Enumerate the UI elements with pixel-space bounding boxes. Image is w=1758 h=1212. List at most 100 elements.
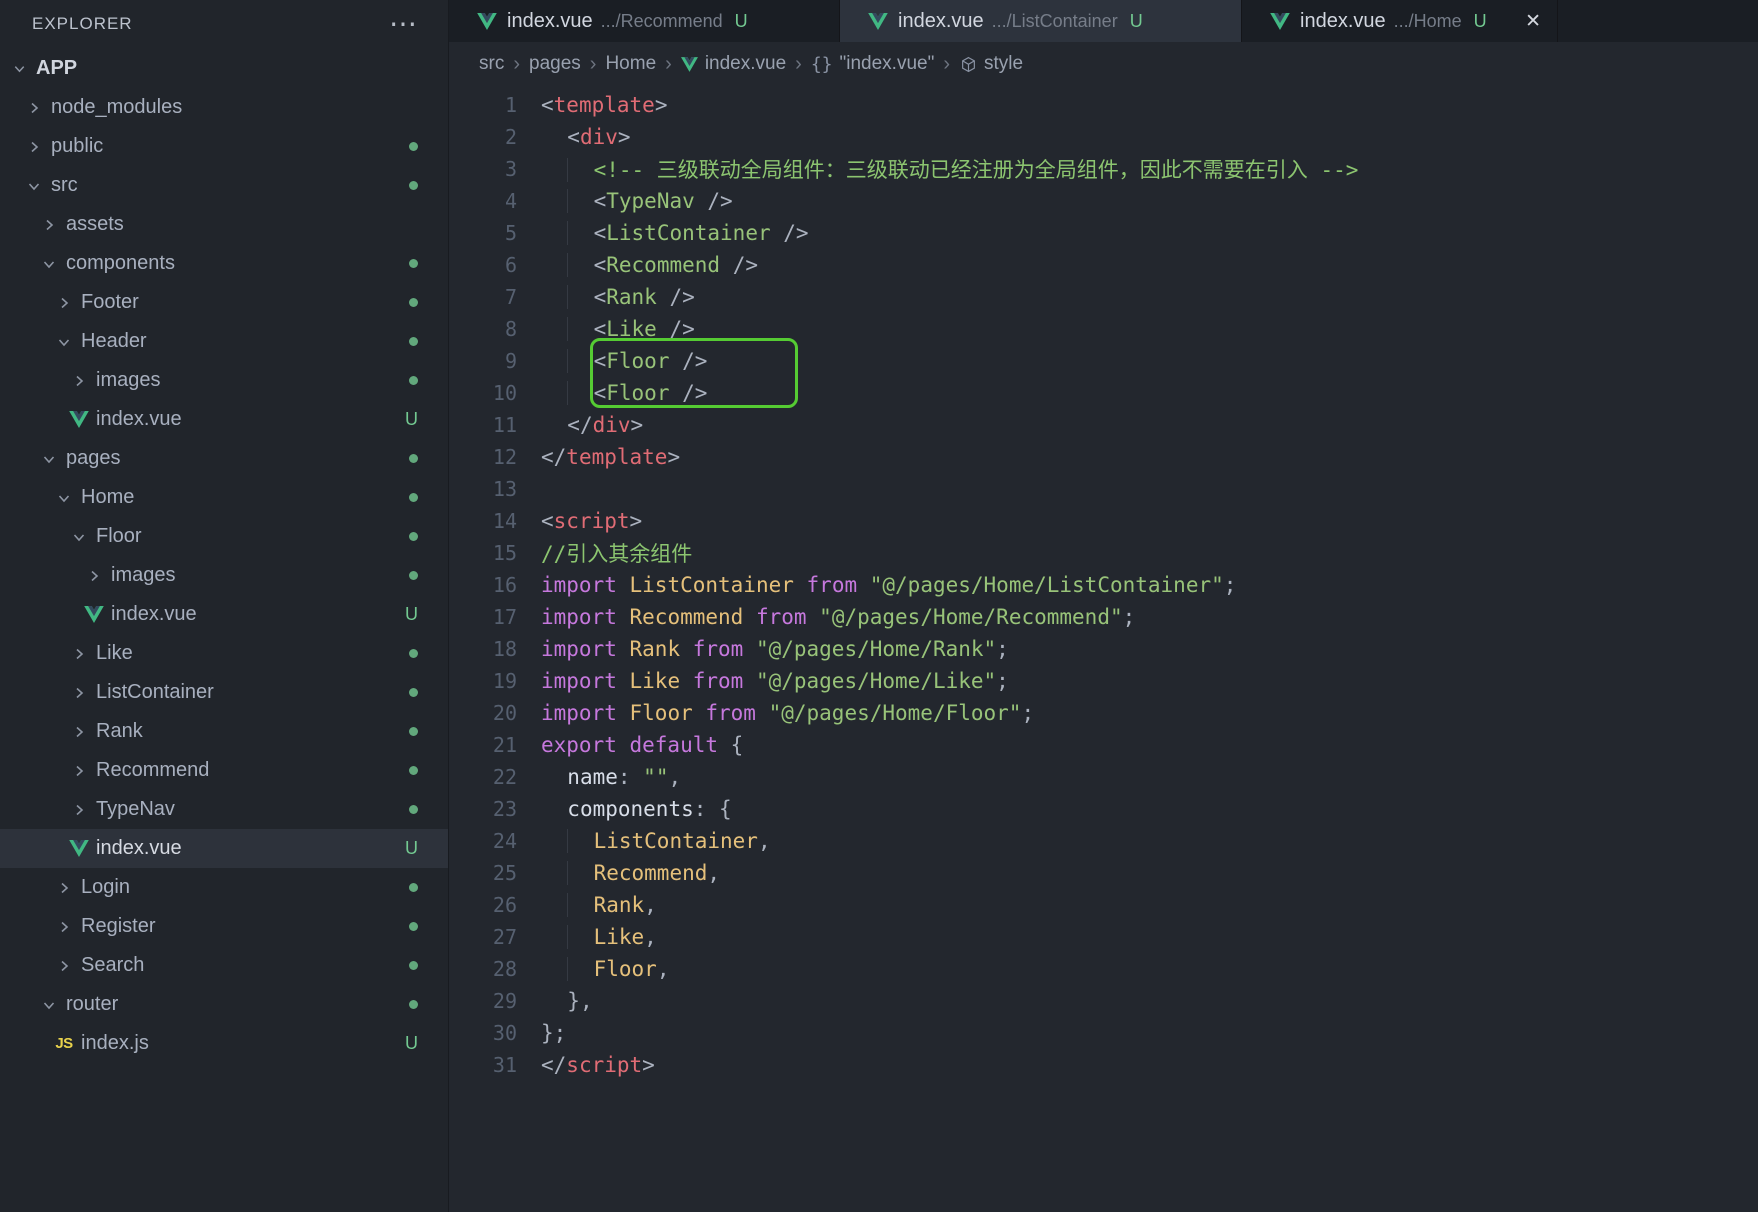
code-token: <	[593, 221, 607, 245]
breadcrumb-separator: ›	[589, 52, 597, 75]
code-token: <	[593, 317, 607, 341]
code-token: >	[654, 93, 668, 117]
code-line-10[interactable]: 10 <Floor />	[449, 377, 1758, 409]
code-line-12[interactable]: 12 </template>	[449, 441, 1758, 473]
breadcrumb-label: Home	[605, 53, 657, 74]
indent-guide	[567, 893, 594, 917]
code-token: div	[579, 125, 618, 149]
code-line-31[interactable]: 31 </script>	[449, 1049, 1758, 1081]
tree-item-node-modules[interactable]: node_modules	[0, 88, 448, 127]
tree-item-label: index.js	[81, 1032, 149, 1054]
tree-item-login[interactable]: Login	[0, 868, 448, 907]
code-line-20[interactable]: 20 import Floor from "@/pages/Home/Floor"…	[449, 697, 1758, 729]
tree-item-home[interactable]: Home	[0, 478, 448, 517]
code-line-24[interactable]: 24 ListContainer,	[449, 825, 1758, 857]
more-actions-icon[interactable]: ⋯	[389, 10, 418, 38]
tree-item-search[interactable]: Search	[0, 946, 448, 985]
tree-item-images[interactable]: images	[0, 361, 448, 400]
tree-item-footer[interactable]: Footer	[0, 283, 448, 322]
tree-item-listcontainer[interactable]: ListContainer	[0, 673, 448, 712]
code-line-19[interactable]: 19 import Like from "@/pages/Home/Like";	[449, 665, 1758, 697]
breadcrumb-item-index-vue[interactable]: index.vue	[680, 53, 786, 75]
code-line-17[interactable]: 17 import Recommend from "@/pages/Home/Re…	[449, 601, 1758, 633]
breadcrumb-item-style[interactable]: style	[959, 53, 1023, 75]
code-line-29[interactable]: 29 },	[449, 985, 1758, 1017]
line-number: 24	[492, 829, 517, 853]
tab-recommend[interactable]: index.vue .../Recommend U	[449, 0, 840, 42]
vue-icon	[84, 606, 104, 623]
tree-item-recommend[interactable]: Recommend	[0, 751, 448, 790]
code-line-5[interactable]: 5 <ListContainer />	[449, 217, 1758, 249]
breadcrumb-item-pages[interactable]: pages	[529, 53, 581, 75]
code-token: Recommend	[606, 253, 721, 277]
section-header-app[interactable]: APP	[0, 48, 448, 88]
code-line-26[interactable]: 26 Rank,	[449, 889, 1758, 921]
tree-item-rank[interactable]: Rank	[0, 712, 448, 751]
code-editor[interactable]: 1 <template> 2 <div> 3 <!-- 三级联动全局组件：三级联动已经…	[449, 86, 1758, 1212]
breadcrumb-item-index-vue[interactable]: {} "index.vue"	[811, 53, 935, 75]
code-token: </	[541, 445, 567, 469]
git-untracked-badge: U	[405, 838, 418, 858]
tree-item-router[interactable]: router	[0, 985, 448, 1024]
tree-item-index-vue[interactable]: index.vue U	[0, 829, 448, 868]
tree-item-components[interactable]: components	[0, 244, 448, 283]
code-line-2[interactable]: 2 <div>	[449, 121, 1758, 153]
code-line-3[interactable]: 3 <!-- 三级联动全局组件：三级联动已经注册为全局组件，因此不需要在引入 -…	[449, 153, 1758, 185]
indent-guide	[567, 349, 594, 373]
indent-guide	[567, 221, 594, 245]
tree-item-src[interactable]: src	[0, 166, 448, 205]
code-line-28[interactable]: 28 Floor,	[449, 953, 1758, 985]
tree-item-typenav[interactable]: TypeNav	[0, 790, 448, 829]
breadcrumb-item-home[interactable]: Home	[605, 53, 656, 75]
tab-bar: index.vue .../Recommend Uindex.vue .../List…	[449, 0, 1758, 42]
code-line-9[interactable]: 9 <Floor />	[449, 345, 1758, 377]
code-line-11[interactable]: 11 </div>	[449, 409, 1758, 441]
line-number: 10	[492, 381, 517, 405]
code-token: "@/pages/Home/ListContainer"	[869, 573, 1224, 597]
code-line-22[interactable]: 22 name: "",	[449, 761, 1758, 793]
tree-item-index-vue[interactable]: index.vue U	[0, 400, 448, 439]
code-line-8[interactable]: 8 <Like />	[449, 313, 1758, 345]
tree-item-images[interactable]: images	[0, 556, 448, 595]
line-number: 3	[504, 157, 517, 181]
code-line-18[interactable]: 18 import Rank from "@/pages/Home/Rank";	[449, 633, 1758, 665]
tree-item-header[interactable]: Header	[0, 322, 448, 361]
code-line-6[interactable]: 6 <Recommend />	[449, 249, 1758, 281]
code-token: //引入其余组件	[541, 542, 693, 566]
code-line-13[interactable]: 13	[449, 473, 1758, 505]
code-line-7[interactable]: 7 <Rank />	[449, 281, 1758, 313]
chevron-down-icon	[8, 61, 30, 76]
tree-item-public[interactable]: public	[0, 127, 448, 166]
code-token: Floor	[606, 381, 670, 405]
code-token: "@/pages/Home/Rank"	[755, 637, 997, 661]
code-line-25[interactable]: 25 Recommend,	[449, 857, 1758, 889]
code-line-14[interactable]: 14 <script>	[449, 505, 1758, 537]
code-line-15[interactable]: 15 //引入其余组件	[449, 537, 1758, 569]
code-line-21[interactable]: 21 export default {	[449, 729, 1758, 761]
breadcrumb-label: "index.vue"	[839, 53, 935, 74]
breadcrumb-item-src[interactable]: src	[479, 53, 504, 75]
code-line-4[interactable]: 4 <TypeNav />	[449, 185, 1758, 217]
vue-icon	[1270, 12, 1290, 30]
tree-item-index-vue[interactable]: index.vue U	[0, 595, 448, 634]
tree-item-floor[interactable]: Floor	[0, 517, 448, 556]
code-line-27[interactable]: 27 Like,	[449, 921, 1758, 953]
code-token: from	[743, 605, 820, 629]
tree-item-assets[interactable]: assets	[0, 205, 448, 244]
tab-listcontainer[interactable]: index.vue .../ListContainer U	[840, 0, 1242, 42]
git-modified-dot	[409, 454, 418, 463]
tab-home[interactable]: index.vue .../Home U ✕	[1242, 0, 1558, 42]
tree-item-register[interactable]: Register	[0, 907, 448, 946]
tree-item-like[interactable]: Like	[0, 634, 448, 673]
code-token: Like	[629, 669, 681, 693]
indent-guide	[541, 125, 567, 149]
code-line-16[interactable]: 16 import ListContainer from "@/pages/Hom…	[449, 569, 1758, 601]
tree-item-pages[interactable]: pages	[0, 439, 448, 478]
tab-close-icon[interactable]: ✕	[1525, 10, 1541, 33]
code-token: export default	[541, 733, 731, 757]
code-line-1[interactable]: 1 <template>	[449, 89, 1758, 121]
code-line-30[interactable]: 30};	[449, 1017, 1758, 1049]
tree-item-index-js[interactable]: JS index.js U	[0, 1024, 448, 1063]
code-line-23[interactable]: 23 components: {	[449, 793, 1758, 825]
breadcrumb-label: style	[984, 53, 1024, 74]
